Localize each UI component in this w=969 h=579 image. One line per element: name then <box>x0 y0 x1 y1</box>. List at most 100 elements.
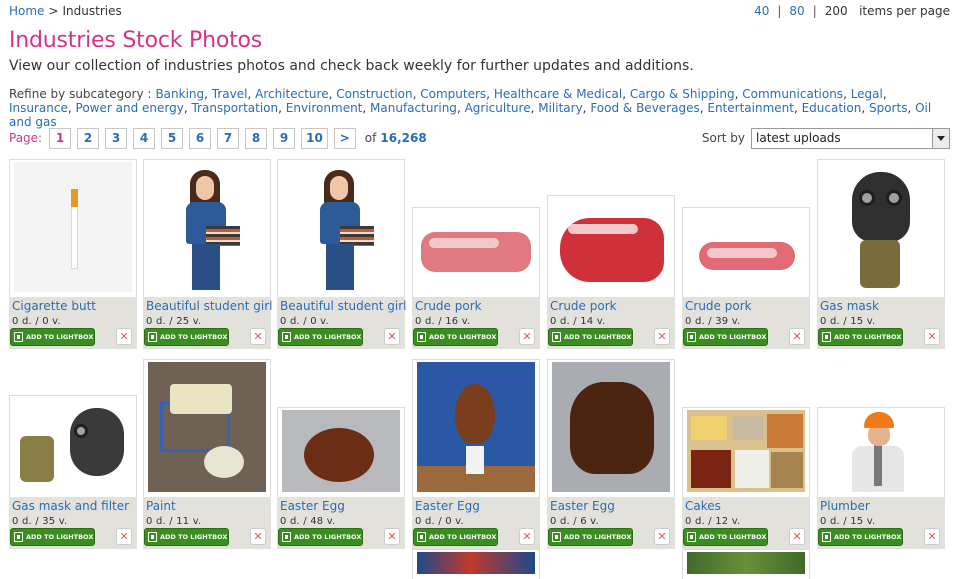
subcategory-link[interactable]: Military <box>538 101 582 115</box>
subcategory-link[interactable]: Transportation <box>191 101 278 115</box>
subcategory-link[interactable]: Banking <box>155 87 204 101</box>
subcategory-link[interactable]: Food & Beverages <box>590 101 699 115</box>
photo-thumbnail-frame[interactable] <box>682 407 810 497</box>
page-button[interactable]: 5 <box>161 127 184 149</box>
photo-thumbnail[interactable] <box>148 168 266 292</box>
subcategory-link[interactable]: Sports <box>869 101 907 115</box>
remove-icon[interactable]: ✕ <box>789 328 805 345</box>
remove-icon[interactable]: ✕ <box>519 528 535 545</box>
remove-icon[interactable]: ✕ <box>789 528 805 545</box>
remove-icon[interactable]: ✕ <box>384 528 400 545</box>
photo-thumbnail[interactable] <box>417 552 535 574</box>
photo-thumbnail-frame[interactable] <box>682 207 810 297</box>
subcategory-link[interactable]: Entertainment <box>707 101 794 115</box>
photo-title-link[interactable]: Plumber <box>820 499 870 513</box>
photo-thumbnail[interactable] <box>282 168 400 292</box>
photo-title-link[interactable]: Easter Egg <box>550 499 615 513</box>
photo-thumbnail[interactable] <box>14 402 132 492</box>
subcategory-link[interactable]: Legal <box>851 87 883 101</box>
photo-title-link[interactable]: Beautiful student girl <box>146 299 273 313</box>
photo-title-link[interactable]: Crude pork <box>550 299 617 313</box>
subcategory-link[interactable]: Communications <box>742 87 843 101</box>
subcategory-link[interactable]: Healthcare & Medical <box>494 87 622 101</box>
add-to-lightbox-button[interactable]: ADD TO LIGHTBOX <box>278 528 363 546</box>
remove-icon[interactable]: ✕ <box>116 328 132 345</box>
add-to-lightbox-button[interactable]: ADD TO LIGHTBOX <box>278 328 363 346</box>
subcategory-link[interactable]: Education <box>802 101 862 115</box>
add-to-lightbox-button[interactable]: ADD TO LIGHTBOX <box>413 328 498 346</box>
page-button[interactable]: 6 <box>189 127 212 149</box>
photo-title-link[interactable]: Paint <box>146 499 176 513</box>
chevron-down-icon[interactable] <box>932 128 949 148</box>
add-to-lightbox-button[interactable]: ADD TO LIGHTBOX <box>683 528 768 546</box>
subcategory-link[interactable]: Insurance <box>9 101 68 115</box>
remove-icon[interactable]: ✕ <box>384 328 400 345</box>
photo-thumbnail[interactable] <box>822 168 940 292</box>
photo-thumbnail-frame[interactable] <box>817 159 945 297</box>
remove-icon[interactable]: ✕ <box>654 528 670 545</box>
per-page-40-link[interactable]: 40 <box>754 4 769 18</box>
page-button[interactable]: 3 <box>105 127 128 149</box>
photo-title-link[interactable]: Easter Egg <box>415 499 480 513</box>
sort-select[interactable]: latest uploads <box>751 127 950 149</box>
add-to-lightbox-button[interactable]: ADD TO LIGHTBOX <box>144 328 229 346</box>
photo-title-link[interactable]: Cigarette butt <box>12 299 96 313</box>
remove-icon[interactable]: ✕ <box>250 328 266 345</box>
subcategory-link[interactable]: Architecture <box>255 87 328 101</box>
photo-thumbnail[interactable] <box>687 234 805 292</box>
remove-icon[interactable]: ✕ <box>924 528 940 545</box>
photo-thumbnail-frame[interactable] <box>9 395 137 497</box>
per-page-80-link[interactable]: 80 <box>789 4 804 18</box>
subcategory-link[interactable]: Manufacturing <box>370 101 457 115</box>
page-button[interactable]: 1 <box>49 127 72 149</box>
page-button[interactable]: 4 <box>133 127 156 149</box>
add-to-lightbox-button[interactable]: ADD TO LIGHTBOX <box>413 528 498 546</box>
add-to-lightbox-button[interactable]: ADD TO LIGHTBOX <box>10 328 95 346</box>
breadcrumb-home-link[interactable]: Home <box>9 4 44 18</box>
photo-title-link[interactable]: Gas mask and filter <box>12 499 129 513</box>
photo-title-link[interactable]: Cakes <box>685 499 721 513</box>
remove-icon[interactable]: ✕ <box>250 528 266 545</box>
page-button[interactable]: 10 <box>301 127 328 149</box>
add-to-lightbox-button[interactable]: ADD TO LIGHTBOX <box>818 328 903 346</box>
add-to-lightbox-button[interactable]: ADD TO LIGHTBOX <box>10 528 95 546</box>
page-button[interactable]: 8 <box>245 127 268 149</box>
photo-thumbnail[interactable] <box>552 362 670 492</box>
photo-thumbnail-frame[interactable] <box>143 359 271 497</box>
photo-title-link[interactable]: Crude pork <box>415 299 482 313</box>
subcategory-link[interactable]: Travel <box>212 87 248 101</box>
photo-thumbnail-frame[interactable] <box>412 207 540 297</box>
remove-icon[interactable]: ✕ <box>924 328 940 345</box>
photo-thumbnail-frame[interactable] <box>277 407 405 497</box>
add-to-lightbox-button[interactable]: ADD TO LIGHTBOX <box>144 528 229 546</box>
add-to-lightbox-button[interactable]: ADD TO LIGHTBOX <box>548 528 633 546</box>
subcategory-link[interactable]: Computers <box>420 87 486 101</box>
subcategory-link[interactable]: Cargo & Shipping <box>630 87 735 101</box>
photo-thumbnail-frame[interactable] <box>547 195 675 297</box>
photo-thumbnail-frame[interactable] <box>412 359 540 497</box>
photo-thumbnail[interactable] <box>552 212 670 292</box>
photo-thumbnail-frame[interactable] <box>143 159 271 297</box>
photo-thumbnail-frame[interactable] <box>817 407 945 497</box>
photo-thumbnail[interactable] <box>687 552 805 574</box>
page-button[interactable]: 7 <box>217 127 240 149</box>
photo-thumbnail-frame[interactable] <box>277 159 405 297</box>
photo-thumbnail[interactable] <box>822 410 940 492</box>
subcategory-link[interactable]: Power and energy <box>76 101 184 115</box>
photo-thumbnail[interactable] <box>14 162 132 292</box>
photo-title-link[interactable]: Gas mask <box>820 299 879 313</box>
add-to-lightbox-button[interactable]: ADD TO LIGHTBOX <box>548 328 633 346</box>
photo-thumbnail-frame[interactable] <box>9 159 137 297</box>
next-page-button[interactable]: > <box>333 127 356 149</box>
subcategory-link[interactable]: Environment <box>286 101 363 115</box>
photo-thumbnail[interactable] <box>417 210 535 292</box>
photo-thumbnail[interactable] <box>148 362 266 492</box>
photo-thumbnail[interactable] <box>417 362 535 492</box>
remove-icon[interactable]: ✕ <box>116 528 132 545</box>
remove-icon[interactable]: ✕ <box>519 328 535 345</box>
photo-title-link[interactable]: Beautiful student girl <box>280 299 407 313</box>
remove-icon[interactable]: ✕ <box>654 328 670 345</box>
add-to-lightbox-button[interactable]: ADD TO LIGHTBOX <box>818 528 903 546</box>
subcategory-link[interactable]: Construction <box>336 87 412 101</box>
photo-title-link[interactable]: Crude pork <box>685 299 752 313</box>
